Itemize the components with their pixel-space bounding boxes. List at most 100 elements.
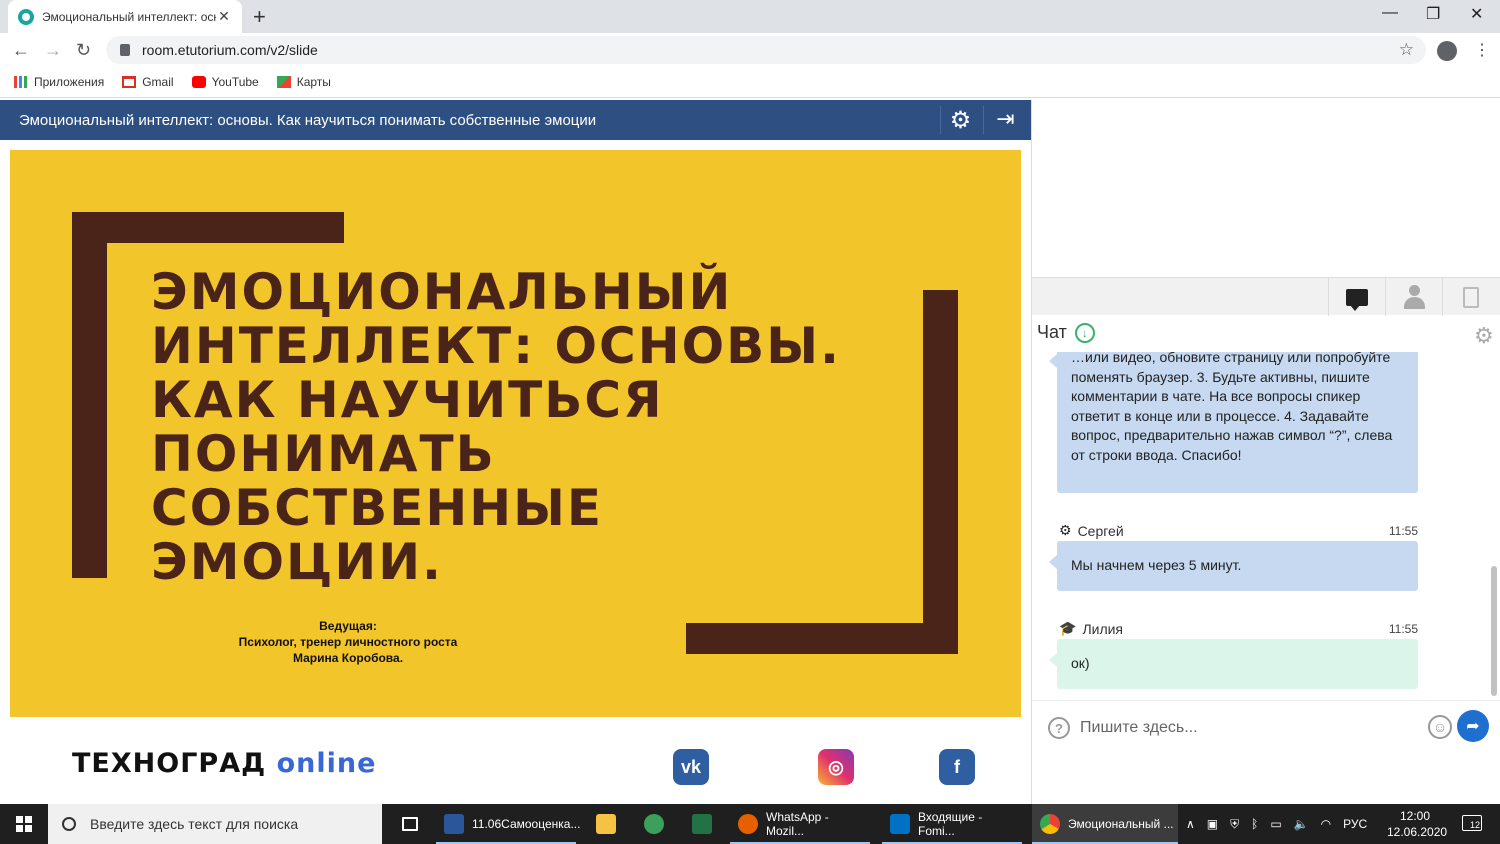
chat-message-text: …или видео, обновите страницу или попроб… <box>1071 352 1393 463</box>
tab-files[interactable] <box>1442 278 1498 316</box>
outlook-icon <box>890 814 910 834</box>
bookmark-youtube[interactable]: YouTube <box>191 75 259 89</box>
tab-chat[interactable] <box>1328 278 1384 316</box>
chat-time: 11:55 <box>1388 621 1418 636</box>
bookmarks-bar: Приложения Gmail YouTube Карты <box>0 67 1500 98</box>
browser-menu-icon[interactable]: ⋮ <box>1474 40 1490 60</box>
slide-title: ЭМОЦИОНАЛЬНЫЙ ИНТЕЛЛЕКТ: ОСНОВЫ. КАК НАУ… <box>151 263 842 591</box>
taskbar-app-explorer[interactable] <box>588 804 616 844</box>
bookmark-maps[interactable]: Карты <box>276 75 331 89</box>
taskbar-app-globe[interactable] <box>636 804 664 844</box>
chat-scrollbar[interactable] <box>1491 566 1497 696</box>
clock-date: 12.06.2020 <box>1387 825 1448 839</box>
back-button[interactable]: ← <box>12 40 30 61</box>
exit-icon[interactable]: ⇥ <box>983 106 1027 134</box>
frame-corner-bottom-right <box>923 290 958 654</box>
host-role: Психолог, тренер личностного роста <box>238 635 458 649</box>
side-panel-tabs <box>1032 277 1500 316</box>
excel-icon <box>692 814 712 834</box>
clock-time: 12:00 <box>1399 809 1431 823</box>
browser-tab-active[interactable]: Эмоциональный интеллект: осн ✕ <box>8 0 242 33</box>
person-icon <box>1402 285 1426 309</box>
question-icon[interactable]: ? <box>1048 717 1070 739</box>
tray-battery-icon[interactable]: ▭ <box>1270 817 1281 831</box>
task-view-icon[interactable] <box>394 804 418 844</box>
bookmark-gmail[interactable]: Gmail <box>122 75 174 89</box>
taskbar-app-excel[interactable] <box>684 804 712 844</box>
tray-shield-icon[interactable]: ⛨ <box>1230 817 1239 832</box>
chat-title: Чат <box>1037 322 1067 342</box>
taskbar-app-chrome[interactable]: Эмоциональный ... <box>1032 804 1178 844</box>
facebook-icon[interactable]: f <box>939 749 975 785</box>
address-bar[interactable]: room.etutorium.com/v2/slide ☆ <box>106 36 1426 64</box>
chat-message-text: ок) <box>1071 655 1090 671</box>
notification-center-icon[interactable]: 12 <box>1462 815 1482 831</box>
tray-bluetooth-icon[interactable]: ᛒ <box>1251 817 1258 831</box>
word-icon <box>444 814 464 834</box>
chat-input[interactable] <box>1080 715 1420 741</box>
windows-logo-icon <box>16 816 32 832</box>
chat-messages: …или видео, обновите страницу или попроб… <box>1032 352 1500 700</box>
host-label: Ведущая: <box>319 619 377 633</box>
tray-wifi-icon[interactable]: ◠ <box>1321 817 1331 831</box>
taskbar-app-word[interactable]: 11.06Самооценка... <box>436 804 580 844</box>
student-cap-icon: 🎓 <box>1059 620 1077 636</box>
document-icon <box>1462 286 1479 308</box>
tray-language[interactable]: РУС <box>1343 817 1367 831</box>
firefox-icon <box>738 814 758 834</box>
send-icon[interactable]: ➦ <box>1457 710 1489 742</box>
webinar-header: Эмоциональный интеллект: основы. Как нау… <box>0 100 1031 140</box>
webinar-title: Эмоциональный интеллект: основы. Как нау… <box>19 111 597 129</box>
frame-corner-top-left <box>72 212 107 578</box>
presentation-slide: ЭМОЦИОНАЛЬНЫЙ ИНТЕЛЛЕКТ: ОСНОВЫ. КАК НАУ… <box>10 150 1021 717</box>
chat-message: ок) <box>1049 639 1418 689</box>
moderator-gear-icon: ⚙ <box>1059 522 1072 538</box>
tray-volume-icon[interactable]: 🔈 <box>1294 817 1309 831</box>
frame-corner-top-left-bar <box>72 212 344 243</box>
taskbar-app-outlook[interactable]: Входящие - Fomi... <box>882 804 1022 844</box>
settings-gear-icon[interactable]: ⚙ <box>940 106 980 134</box>
chat-author: Лилия <box>1082 620 1124 637</box>
forward-button[interactable]: → <box>44 40 62 61</box>
chat-input-row: ? ☺ ➦ <box>1032 700 1500 754</box>
tray-chevron-icon[interactable]: ∧ <box>1186 817 1195 831</box>
window-minimize-button[interactable]: — <box>1382 4 1398 22</box>
globe-icon <box>644 814 664 834</box>
window-close-button[interactable]: ✕ <box>1470 4 1483 24</box>
start-button[interactable] <box>0 804 48 844</box>
apps-grid-icon <box>14 76 28 88</box>
taskbar-app-firefox[interactable]: WhatsApp - Mozil... <box>730 804 870 844</box>
profile-avatar-icon[interactable] <box>1437 41 1457 61</box>
maps-icon <box>276 76 291 88</box>
chat-time: 11:55 <box>1388 523 1418 538</box>
bookmark-apps[interactable]: Приложения <box>14 75 104 89</box>
youtube-icon <box>191 76 206 88</box>
system-tray: ∧ ▣ ⛨ ᛒ ▭ 🔈 ◠ РУС <box>1186 804 1367 844</box>
browser-toolbar: ← → ↻ room.etutorium.com/v2/slide ☆ <box>0 33 1500 67</box>
chrome-icon <box>1040 814 1060 834</box>
gmail-icon <box>122 76 137 88</box>
host-name: Марина Коробова. <box>292 651 404 665</box>
new-tab-button[interactable]: + <box>253 4 266 30</box>
browser-tab-bar: Эмоциональный интеллект: осн ✕ + — ❐ ✕ <box>0 0 1500 33</box>
tab-close-icon[interactable]: ✕ <box>216 8 232 25</box>
taskbar-clock[interactable]: 12:00 12.06.2020 <box>1387 808 1448 840</box>
folder-icon <box>596 814 616 834</box>
instagram-icon[interactable]: ◎ <box>818 749 854 785</box>
emoji-icon[interactable]: ☺ <box>1428 715 1452 739</box>
search-icon <box>62 817 76 831</box>
taskbar-search[interactable]: Введите здесь текст для поиска <box>48 804 382 844</box>
tab-participants[interactable] <box>1385 278 1441 316</box>
chat-bubble-icon <box>1345 288 1368 311</box>
tray-outlook-icon[interactable]: ▣ <box>1207 817 1218 831</box>
download-icon[interactable]: ↓ <box>1074 322 1095 343</box>
technograd-logo: ТЕХНОГРАД online <box>72 748 377 779</box>
windows-taskbar: Введите здесь текст для поиска 11.06Само… <box>0 804 1500 844</box>
chat-settings-gear-icon[interactable]: ⚙ <box>1474 323 1494 349</box>
window-maximize-button[interactable]: ❐ <box>1426 4 1440 24</box>
chat-author: Сергей <box>1077 522 1124 539</box>
vk-icon[interactable]: vk <box>673 749 709 785</box>
lock-icon <box>120 44 130 56</box>
bookmark-star-icon[interactable]: ☆ <box>1399 40 1414 60</box>
reload-button[interactable]: ↻ <box>76 40 91 61</box>
